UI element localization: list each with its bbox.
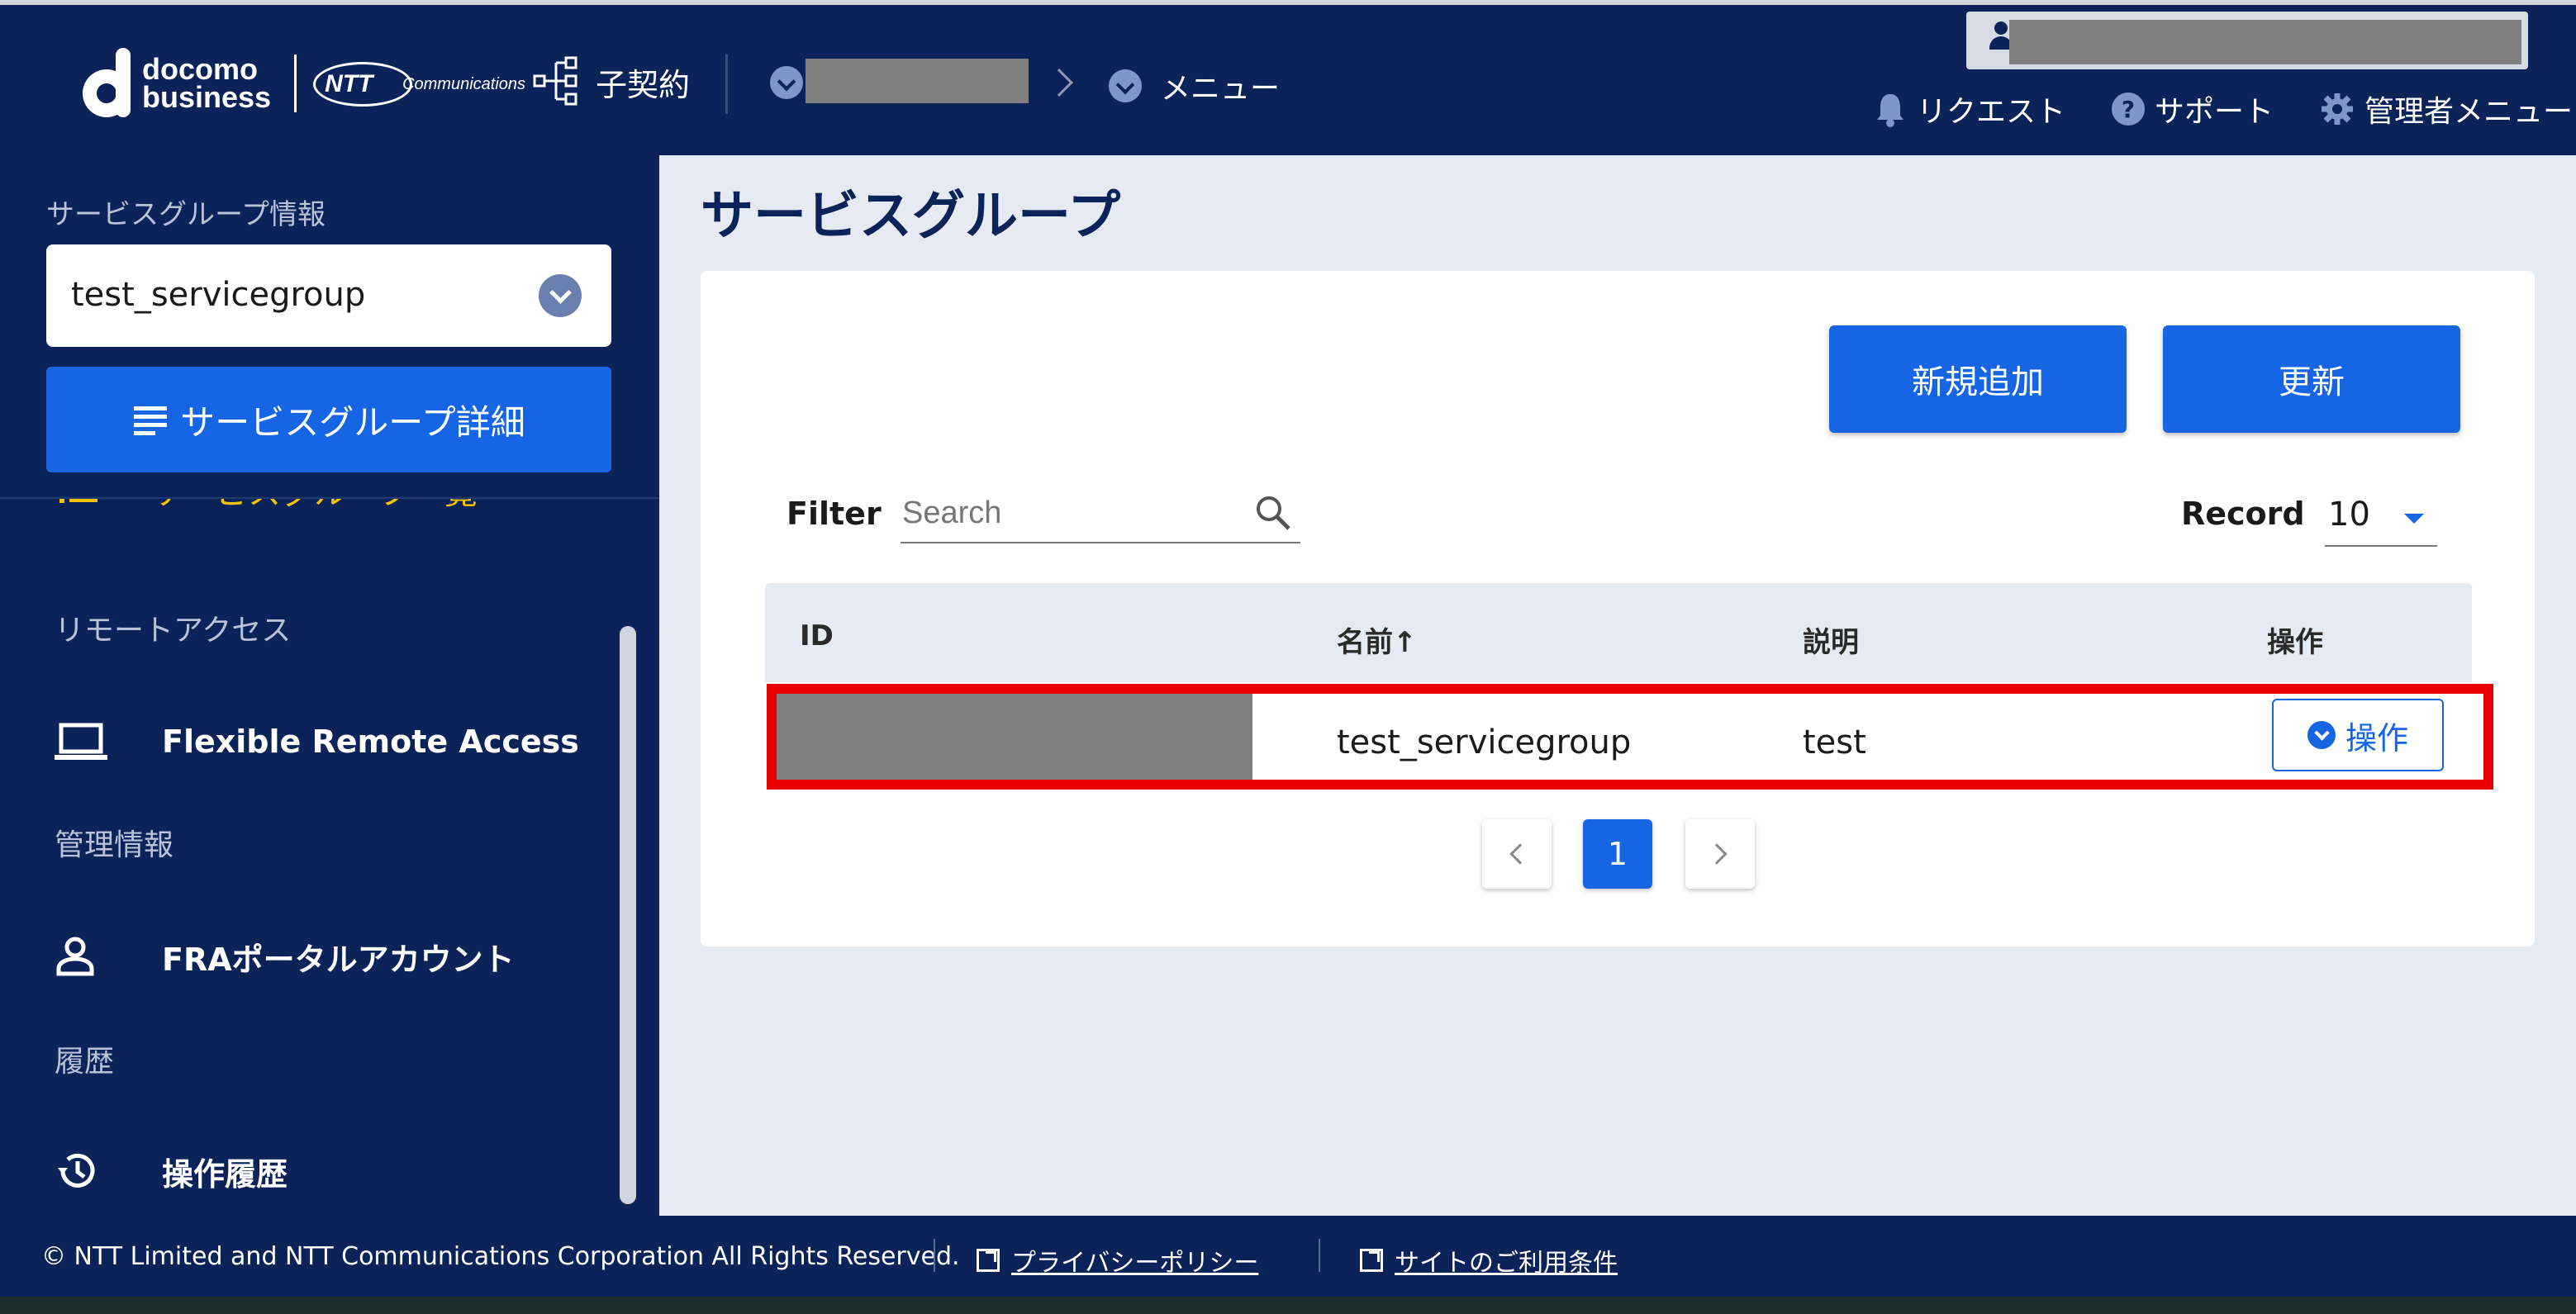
sidebar-item-label: Flexible Remote Access [162, 723, 579, 760]
help-icon: ? [2112, 93, 2146, 126]
admin-menu-label: 管理者メニュー [2365, 95, 2574, 129]
masked-username [2009, 20, 2521, 64]
footer: © NTT Limited and NTT Communications Cor… [0, 1216, 2576, 1297]
table-row[interactable]: test_servicegroup test 操作 [767, 684, 2493, 790]
page-title: サービスグループ [701, 186, 1121, 247]
sidebar-item-flexible-remote-access[interactable]: Flexible Remote Access [55, 700, 616, 783]
docomo-business-logo[interactable]: docomo business NTT Communications [83, 48, 525, 119]
request-label: リクエスト [1917, 95, 2066, 129]
footer-divider [1319, 1239, 1320, 1272]
chevron-left-icon [1509, 843, 1531, 865]
sidebar-scrollbar[interactable] [620, 626, 636, 1204]
service-group-card: 新規追加 更新 Filter Record 10 ID 名前↑ 説明 操作 te… [701, 271, 2535, 946]
service-group-select[interactable]: test_servicegroup [46, 244, 611, 347]
chevron-down-icon[interactable] [770, 66, 803, 99]
action-button[interactable]: 操作 [2272, 699, 2444, 771]
sidebar-item-label: FRAポータルアカウント [162, 941, 515, 978]
support-label: サポート [2155, 95, 2274, 129]
column-header-action: 操作 [2267, 626, 2323, 659]
ntt-logo-main: NTT [325, 70, 373, 97]
brand-line2: business [142, 80, 272, 114]
history-icon [58, 1153, 95, 1188]
header-links: リクエスト ? サポート 管理者メニュー [1874, 88, 2573, 130]
service-group-detail-label: サービスグループ詳細 [180, 402, 525, 442]
sidebar-item-label: サービスグループ一覧 [149, 499, 478, 514]
prev-page-button[interactable] [1482, 819, 1552, 889]
terms-of-use-label: サイトのご利用条件 [1395, 1249, 1618, 1278]
contract-selector[interactable]: 子契約 [533, 56, 690, 107]
contract-label: 子契約 [596, 66, 691, 103]
hierarchy-icon [533, 56, 577, 106]
masked-id-cell [777, 694, 1252, 780]
brand-line1: docomo [142, 52, 258, 86]
record-label: Record [2181, 496, 2305, 532]
search-icon[interactable] [1254, 494, 1292, 532]
chevron-right-icon [1706, 843, 1728, 865]
section-remote-access: リモートアクセス [55, 614, 292, 648]
brand-text: docomo business [142, 52, 272, 114]
chevron-down-icon [2307, 721, 2336, 749]
search-input[interactable] [902, 484, 1233, 542]
name-cell: test_servicegroup [1337, 723, 1632, 761]
column-header-description[interactable]: 説明 [1803, 619, 1859, 660]
sidebar-item-fra-portal-account[interactable]: FRAポータルアカウント [55, 915, 616, 998]
column-header-id[interactable]: ID [800, 619, 834, 652]
page-1-button[interactable]: 1 [1583, 819, 1652, 889]
list-icon [134, 406, 168, 435]
section-management-info: 管理情報 [55, 828, 174, 862]
person-icon [56, 937, 94, 976]
copyright-text: © NTT Limited and NTT Communications Cor… [41, 1242, 960, 1271]
service-group-info-label: サービスグループ情報 [46, 198, 326, 231]
chevron-down-icon [539, 274, 582, 317]
chevron-down-icon[interactable] [1109, 69, 1142, 102]
privacy-policy-link[interactable]: プライバシーポリシー [977, 1242, 1258, 1278]
action-label: 操作 [2345, 719, 2408, 757]
logo-divider [294, 55, 297, 112]
record-count-value: 10 [2328, 496, 2370, 534]
breadcrumb-menu[interactable]: メニュー [1161, 64, 1280, 107]
description-cell: test [1803, 723, 1866, 761]
service-group-table: ID 名前↑ 説明 操作 test_servicegroup test 操作 [765, 583, 2493, 790]
support-link[interactable]: ? サポート [2112, 88, 2274, 130]
ntt-communications-logo: NTT Communications [313, 59, 525, 108]
record-count-select[interactable]: 10 [2325, 484, 2437, 547]
service-group-detail-button[interactable]: サービスグループ詳細 [46, 367, 611, 472]
sidebar-item-label: 操作履歴 [162, 1155, 288, 1193]
masked-breadcrumb[interactable] [806, 59, 1029, 103]
ntt-logo-sub: Communications [402, 75, 526, 93]
os-taskbar [0, 1297, 2576, 1314]
sidebar: サービスグループ情報 test_servicegroup サービスグループ詳細 … [0, 155, 659, 1216]
external-link-icon [1360, 1249, 1383, 1272]
terms-of-use-link[interactable]: サイトのご利用条件 [1360, 1242, 1618, 1278]
next-page-button[interactable] [1685, 819, 1755, 889]
admin-menu-link[interactable]: 管理者メニュー [2320, 88, 2573, 130]
add-new-button[interactable]: 新規追加 [1829, 325, 2127, 433]
refresh-button[interactable]: 更新 [2163, 325, 2460, 433]
sidebar-nav: サービスグループ一覧 リモートアクセス Flexible Remote Acce… [0, 499, 628, 1216]
top-header: docomo business NTT Communications 子契約 メ… [0, 0, 2576, 155]
list-bullet-icon [59, 499, 97, 503]
caret-down-icon [2404, 514, 2424, 524]
search-field [901, 484, 1300, 543]
external-link-icon [977, 1249, 1000, 1272]
breadcrumb-chevron-right-icon [1045, 69, 1073, 97]
privacy-policy-label: プライバシーポリシー [1011, 1249, 1259, 1278]
footer-divider [934, 1239, 935, 1272]
docomo-d-icon [83, 48, 134, 119]
service-group-value: test_servicegroup [71, 276, 366, 314]
sidebar-item-operation-history[interactable]: 操作履歴 [55, 1130, 616, 1212]
table-header: ID 名前↑ 説明 操作 [765, 583, 2472, 682]
filter-label: Filter [787, 496, 882, 532]
section-history: 履歴 [55, 1045, 115, 1079]
gear-icon [2322, 93, 2354, 125]
bell-icon [1877, 94, 1903, 127]
laptop-icon [55, 723, 107, 760]
request-link[interactable]: リクエスト [1874, 88, 2065, 130]
header-divider [725, 55, 728, 114]
column-header-name[interactable]: 名前↑ [1337, 619, 1417, 660]
sidebar-item-service-group-list[interactable]: サービスグループ一覧 [58, 499, 478, 514]
